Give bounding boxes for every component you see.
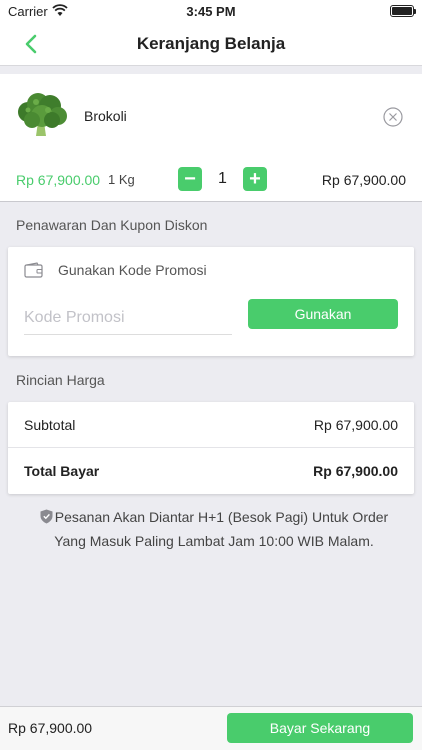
broccoli-image [18, 93, 67, 136]
shield-check-icon [40, 509, 53, 524]
total-value: Rp 67,900.00 [313, 463, 398, 479]
clock: 3:45 PM [186, 4, 236, 19]
promo-card-title: Gunakan Kode Promosi [58, 262, 207, 278]
price-summary-card: Subtotal Rp 67,900.00 Total Bayar Rp 67,… [8, 402, 414, 494]
product-unit: 1 Kg [108, 172, 135, 187]
subtotal-value: Rp 67,900.00 [313, 417, 398, 433]
cart-item: Brokoli Rp 67,900.00 1 Kg − 1 + Rp 67,90… [0, 74, 422, 202]
promo-code-input[interactable] [24, 301, 232, 335]
apply-promo-button[interactable]: Gunakan [248, 299, 398, 329]
increase-quantity-button[interactable]: + [243, 167, 267, 191]
delivery-note-text: Pesanan Akan Diantar H+1 (Besok Pagi) Un… [54, 509, 389, 549]
total-label: Total Bayar [24, 463, 100, 479]
checkout-bar: Rp 67,900.00 Bayar Sekarang [0, 706, 422, 750]
subtotal-label: Subtotal [24, 417, 76, 433]
total-row: Total Bayar Rp 67,900.00 [8, 448, 414, 494]
delivery-note: Pesanan Akan Diantar H+1 (Besok Pagi) Un… [24, 505, 404, 553]
product-name: Brokoli [84, 108, 127, 124]
promo-card: Gunakan Kode Promosi Gunakan [8, 247, 414, 356]
page-title: Keranjang Belanja [136, 34, 286, 53]
status-bar: Carrier 3:45 PM [0, 0, 422, 22]
remove-item-icon[interactable] [382, 106, 404, 128]
promo-section-title: Penawaran Dan Kupon Diskon [16, 217, 208, 233]
quantity-value: 1 [218, 170, 227, 187]
decrease-quantity-button[interactable]: − [178, 167, 202, 191]
product-price: Rp 67,900.00 [16, 172, 101, 188]
grand-total: Rp 67,900.00 [8, 720, 93, 736]
line-total: Rp 67,900.00 [321, 172, 406, 188]
price-section-title: Rincian Harga [16, 372, 105, 388]
wallet-icon [24, 262, 43, 278]
battery-icon [390, 5, 416, 17]
pay-now-button[interactable]: Bayar Sekarang [227, 713, 413, 743]
subtotal-row: Subtotal Rp 67,900.00 [8, 402, 414, 448]
navigation-bar: Keranjang Belanja [0, 22, 422, 66]
